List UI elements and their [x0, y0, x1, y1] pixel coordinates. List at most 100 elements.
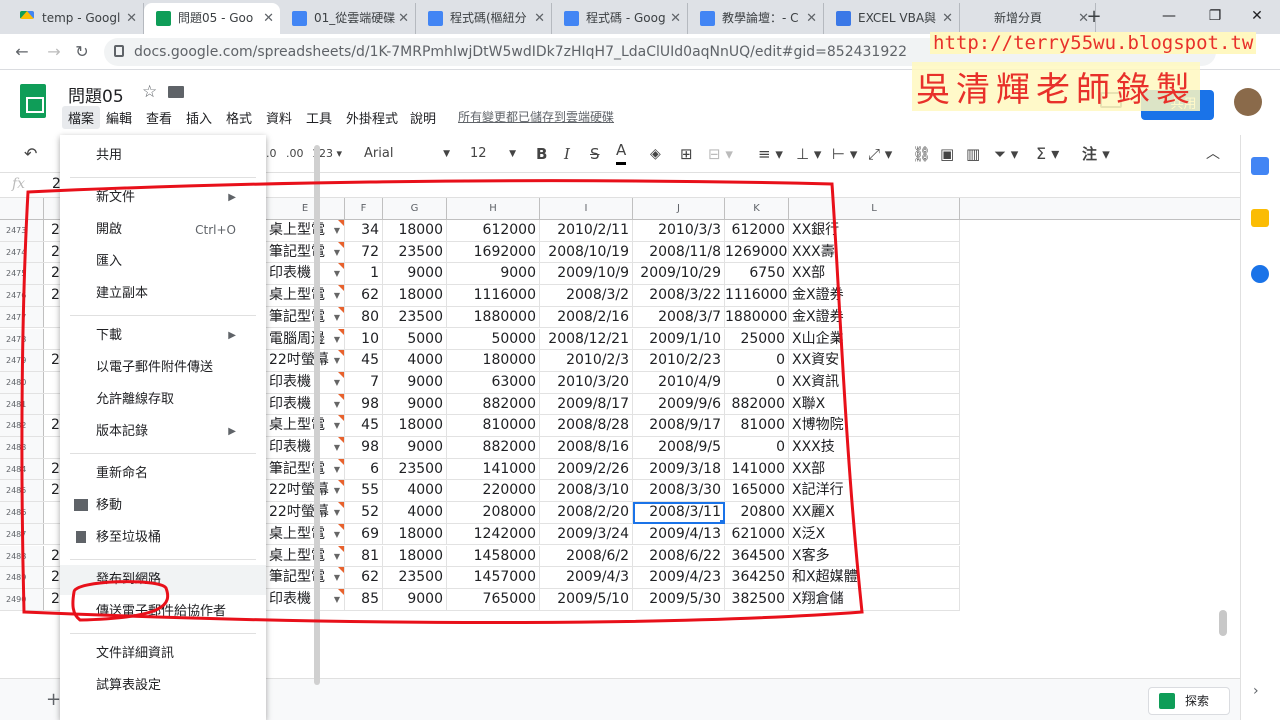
close-tab-icon[interactable]: ✕	[398, 3, 409, 34]
cell-F[interactable]: 85	[345, 588, 383, 611]
cell-L[interactable]: XX部	[789, 263, 960, 286]
cell-K[interactable]: 621000	[725, 523, 789, 546]
column-header-F[interactable]: F	[345, 198, 383, 220]
align-vertical-icon[interactable]: ⊥ ▾	[796, 135, 821, 173]
cell-K[interactable]: 1880000	[725, 306, 789, 329]
cell-E[interactable]: 印表機 ▼	[266, 588, 345, 611]
cell-H[interactable]: 1880000	[447, 306, 540, 329]
cell-H[interactable]: 180000	[447, 350, 540, 372]
reload-icon[interactable]: ↻	[68, 38, 96, 66]
cell-G[interactable]: 9000	[383, 437, 447, 459]
cell-H[interactable]: 1692000	[447, 241, 540, 264]
grid-scrollbar[interactable]	[1219, 610, 1227, 636]
column-header-G[interactable]: G	[383, 198, 447, 220]
cell-G[interactable]: 23500	[383, 567, 447, 589]
cell-L[interactable]: X泛X	[789, 523, 960, 546]
cell-G[interactable]: 4000	[383, 502, 447, 524]
cell-H[interactable]: 882000	[447, 437, 540, 459]
cell-H[interactable]: 765000	[447, 588, 540, 611]
cell-I[interactable]: 2008/10/19	[540, 241, 633, 264]
cell-K[interactable]: 141000	[725, 458, 789, 481]
menu-rename[interactable]: 重新命名	[60, 459, 266, 489]
cell-K[interactable]: 165000	[725, 480, 789, 503]
strikethrough-button[interactable]: S	[590, 135, 600, 173]
add-sheet-icon[interactable]: +	[46, 689, 61, 710]
select-all-corner[interactable]	[0, 198, 44, 220]
cell-L[interactable]: XX資訊	[789, 371, 960, 394]
menu-email-collaborators[interactable]: 傳送電子郵件給協作者	[60, 597, 266, 627]
cell-G[interactable]: 23500	[383, 241, 447, 264]
menu-new[interactable]: 新文件 ▶	[60, 183, 266, 213]
menu-download[interactable]: 下載 ▶	[60, 321, 266, 351]
cell-J[interactable]: 2008/11/8	[633, 241, 725, 264]
cell-K[interactable]: 364500	[725, 545, 789, 568]
cell-J[interactable]: 2010/3/3	[633, 220, 725, 242]
cell-E[interactable]: 22吋螢幕 ▼	[266, 502, 345, 524]
cell-I[interactable]: 2009/2/26	[540, 458, 633, 481]
keep-icon[interactable]	[1251, 209, 1269, 227]
cell-K[interactable]: 1116000	[725, 285, 789, 307]
cell-H[interactable]: 50000	[447, 328, 540, 351]
cell-F[interactable]: 98	[345, 393, 383, 416]
font-size-select[interactable]: 12 ▼	[470, 135, 516, 173]
cell-K[interactable]: 882000	[725, 393, 789, 416]
filter-icon[interactable]: ⏷ ▾	[994, 135, 1018, 173]
cell-F[interactable]: 81	[345, 545, 383, 568]
cell-L[interactable]: XX資安	[789, 350, 960, 372]
cell-F[interactable]: 6	[345, 458, 383, 481]
back-icon[interactable]: ←	[8, 38, 36, 66]
merge-cells-icon[interactable]: ⊟ ▾	[708, 135, 733, 173]
cell-I[interactable]: 2010/2/3	[540, 350, 633, 372]
cell-G[interactable]: 18000	[383, 220, 447, 242]
cell-H[interactable]: 141000	[447, 458, 540, 481]
browser-tab[interactable]: 程式碼(樞紐分 ✕	[416, 3, 552, 34]
cell-J[interactable]: 2009/4/13	[633, 523, 725, 546]
cell-I[interactable]: 2008/2/16	[540, 306, 633, 329]
cell-E[interactable]: 筆記型電 ▼	[266, 241, 345, 264]
cell-F[interactable]: 62	[345, 285, 383, 307]
collapse-toolbar-icon[interactable]: ︿	[1206, 135, 1220, 173]
menu-email-attachment[interactable]: 以電子郵件附件傳送	[60, 353, 266, 383]
italic-button[interactable]: I	[564, 135, 570, 173]
close-tab-icon[interactable]: ✕	[126, 3, 137, 34]
cell-J[interactable]: 2009/4/23	[633, 567, 725, 589]
cell-K[interactable]: 612000	[725, 220, 789, 242]
cell-J[interactable]: 2009/10/29	[633, 263, 725, 286]
cell-E[interactable]: 印表機 ▼	[266, 393, 345, 416]
cell-J[interactable]: 2008/9/17	[633, 415, 725, 437]
browser-tab[interactable]: temp - Googl ✕	[8, 3, 144, 34]
menu-7[interactable]: 外掛程式	[346, 108, 398, 127]
cell-H[interactable]: 612000	[447, 220, 540, 242]
cell-K[interactable]: 25000	[725, 328, 789, 351]
cell-L[interactable]: 和X超媒體	[789, 567, 960, 589]
cell-H[interactable]: 1116000	[447, 285, 540, 307]
cell-I[interactable]: 2009/4/3	[540, 567, 633, 589]
cell-I[interactable]: 2010/2/11	[540, 220, 633, 242]
cell-E[interactable]: 筆記型電 ▼	[266, 306, 345, 329]
document-title[interactable]: 問題05	[68, 82, 124, 107]
cell-G[interactable]: 18000	[383, 523, 447, 546]
undo-icon[interactable]: ↶	[24, 135, 37, 173]
bold-button[interactable]: B	[536, 135, 547, 173]
column-header-E[interactable]: E	[266, 198, 345, 220]
column-header-H[interactable]: H	[447, 198, 540, 220]
browser-tab[interactable]: EXCEL VBA與 ✕	[824, 3, 960, 34]
align-horizontal-icon[interactable]: ≡ ▾	[758, 135, 783, 173]
cell-J[interactable]: 2009/3/18	[633, 458, 725, 481]
cell-L[interactable]: 金X證券	[789, 306, 960, 329]
borders-icon[interactable]: ⊞	[680, 135, 693, 173]
menu-share[interactable]: 共用	[60, 141, 266, 171]
cell-J[interactable]: 2008/3/22	[633, 285, 725, 307]
column-header-L[interactable]: L	[789, 198, 960, 220]
cell-G[interactable]: 4000	[383, 480, 447, 503]
expand-panel-icon[interactable]: ›	[1253, 683, 1259, 699]
cell-F[interactable]: 69	[345, 523, 383, 546]
menu-publish-web[interactable]: 發布到網路	[60, 565, 266, 595]
menu-3[interactable]: 插入	[186, 108, 212, 127]
cell-L[interactable]: 金X證券	[789, 285, 960, 307]
cell-L[interactable]: XX部	[789, 458, 960, 481]
cell-H[interactable]: 1458000	[447, 545, 540, 568]
insert-link-icon[interactable]: ⛓	[912, 135, 931, 173]
cell-F[interactable]: 45	[345, 350, 383, 372]
browser-tab[interactable]: 教學論壇：- C ✕	[688, 3, 824, 34]
